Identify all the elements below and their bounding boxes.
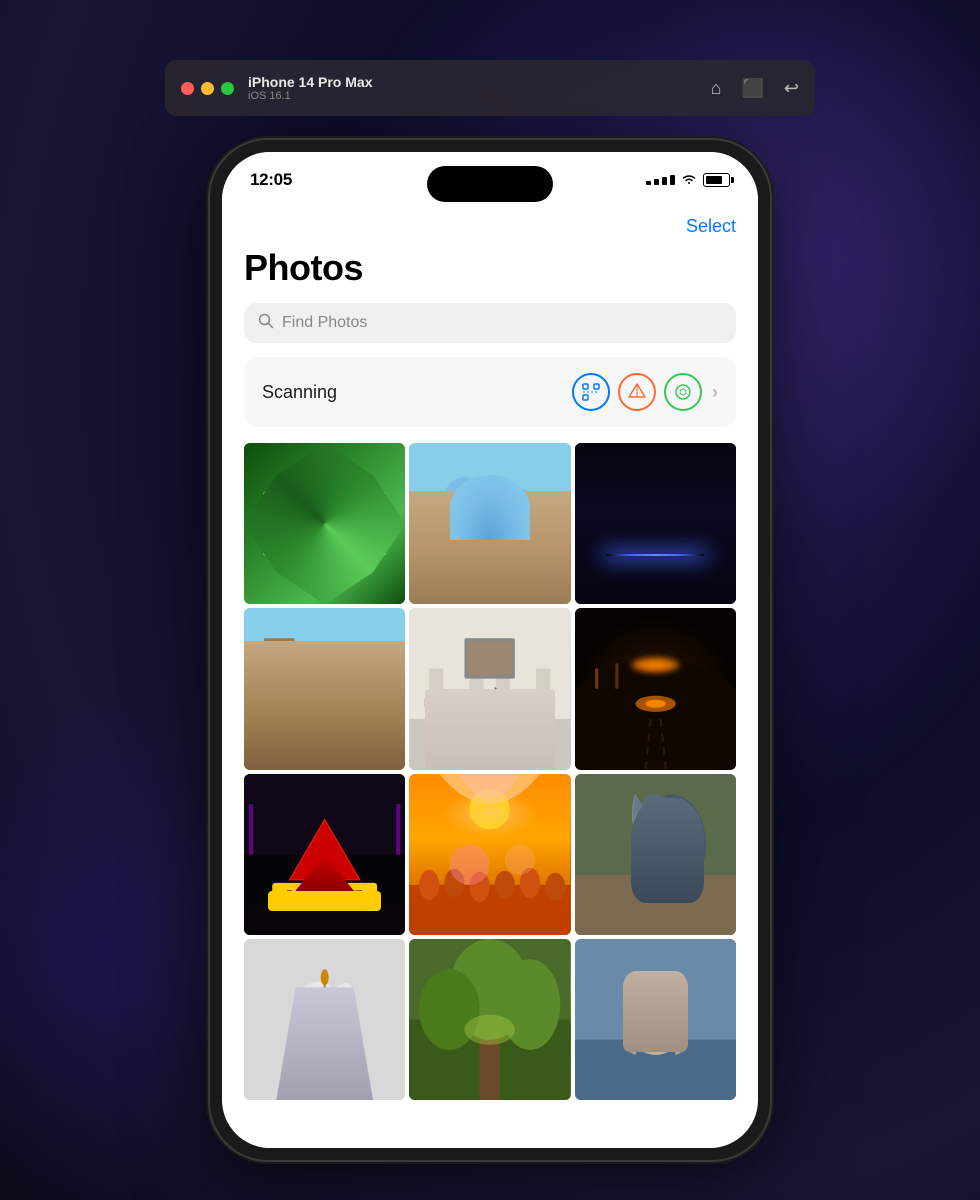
photo-1-green-geometric[interactable]: [244, 443, 405, 604]
os-version: iOS 16.1: [248, 90, 711, 102]
photo-grid: BOOM SHAKE: [244, 443, 736, 1100]
status-right-icons: [646, 172, 730, 188]
close-button[interactable]: [181, 82, 194, 95]
device-name: iPhone 14 Pro Max: [248, 74, 711, 90]
titlebar: iPhone 14 Pro Max iOS 16.1 ⌂ ⬛ ↩: [165, 60, 815, 116]
photo-10-white-flower[interactable]: [244, 939, 405, 1100]
signal-icon: [646, 175, 675, 185]
status-bar: 12:05: [222, 152, 758, 208]
scan-icon-orange: [618, 373, 656, 411]
rotate-icon[interactable]: ↩: [784, 78, 799, 99]
photo-5-museum[interactable]: [409, 608, 570, 769]
phone-content: Select Photos Find Photos Scanning: [222, 208, 758, 1148]
photo-2-mosque[interactable]: [409, 443, 570, 604]
battery-icon: [703, 173, 730, 187]
search-bar[interactable]: Find Photos: [244, 303, 736, 343]
wifi-icon: [681, 172, 697, 188]
chevron-right-icon: ›: [712, 382, 718, 403]
search-icon: [258, 313, 274, 333]
scanning-card[interactable]: Scanning: [244, 357, 736, 427]
scanning-label: Scanning: [262, 382, 572, 403]
scanning-icons: [572, 373, 702, 411]
photo-3-bridge-night[interactable]: [575, 443, 736, 604]
select-row: Select: [244, 208, 736, 241]
page-title: Photos: [244, 247, 736, 289]
photo-9-horse[interactable]: [575, 774, 736, 935]
select-button[interactable]: Select: [686, 216, 736, 237]
minimize-button[interactable]: [201, 82, 214, 95]
maximize-button[interactable]: [221, 82, 234, 95]
photo-12-eagle[interactable]: [575, 939, 736, 1100]
svg-text:BOOM SHAKE: BOOM SHAKE: [287, 889, 363, 901]
dynamic-island: [427, 166, 553, 202]
status-time: 12:05: [250, 170, 292, 190]
photo-11-forest[interactable]: [409, 939, 570, 1100]
phone-frame: 12:05: [210, 140, 770, 1160]
titlebar-actions: ⌂ ⬛ ↩: [711, 78, 799, 99]
traffic-lights: [181, 82, 234, 95]
scan-icon-green: [664, 373, 702, 411]
scan-icon-blue: [572, 373, 610, 411]
home-icon[interactable]: ⌂: [711, 78, 722, 99]
photo-7-neon-concert[interactable]: BOOM SHAKE: [244, 774, 405, 935]
screenshot-icon[interactable]: ⬛: [741, 78, 763, 99]
photo-6-dark-tunnel[interactable]: [575, 608, 736, 769]
phone-screen: 12:05: [222, 152, 758, 1148]
search-placeholder: Find Photos: [282, 314, 367, 332]
photo-4-ancient-temple[interactable]: [244, 608, 405, 769]
device-info: iPhone 14 Pro Max iOS 16.1: [248, 74, 711, 102]
photo-8-festival-crowd[interactable]: [409, 774, 570, 935]
